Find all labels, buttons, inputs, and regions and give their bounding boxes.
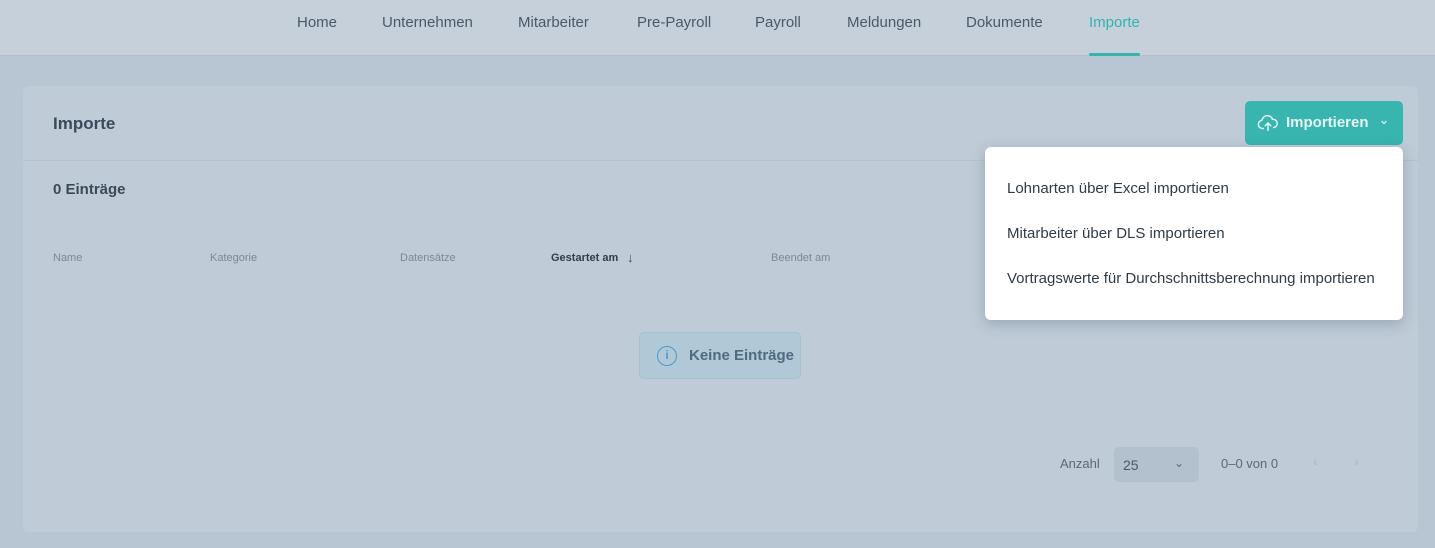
nav-item-meldungen[interactable]: Meldungen xyxy=(847,0,921,56)
rows-per-page-value: 25 xyxy=(1123,457,1139,473)
column-header-datensaetze[interactable]: Datensätze xyxy=(400,252,456,264)
pagination-range: 0–0 von 0 xyxy=(1221,456,1279,471)
chevron-down-icon: ⌄ xyxy=(1174,456,1185,470)
chevron-down-icon: ⌄ xyxy=(1379,113,1390,127)
import-button-label: Importieren xyxy=(1286,114,1369,131)
nav-item-home[interactable]: Home xyxy=(297,0,337,56)
column-header-name[interactable]: Name xyxy=(53,252,82,264)
nav-item-dokumente[interactable]: Dokumente xyxy=(966,0,1043,56)
menu-item-vortragswerte[interactable]: Vortragswerte für Durchschnittsberechnun… xyxy=(985,256,1403,301)
nav-item-importe[interactable]: Importe xyxy=(1089,0,1140,56)
cloud-upload-icon xyxy=(1257,114,1278,132)
info-icon: i xyxy=(657,346,677,366)
import-menu: Lohnarten über Excel importieren Mitarbe… xyxy=(985,147,1403,320)
entry-count: 0 Einträge xyxy=(53,181,126,198)
top-navigation: Home Unternehmen Mitarbeiter Pre-Payroll… xyxy=(0,0,1435,56)
rows-per-page-label: Anzahl xyxy=(1060,456,1100,471)
chevron-right-icon[interactable]: › xyxy=(1354,453,1359,469)
column-header-beendet-am[interactable]: Beendet am xyxy=(771,252,830,264)
nav-item-pre-payroll[interactable]: Pre-Payroll xyxy=(637,0,711,56)
import-button[interactable]: Importieren ⌄ xyxy=(1245,101,1403,145)
empty-state-message: Keine Einträge xyxy=(689,347,795,364)
column-header-gestartet-am[interactable]: Gestartet am xyxy=(551,252,618,264)
chevron-left-icon[interactable]: ‹ xyxy=(1313,453,1318,469)
page-title: Importe xyxy=(53,114,116,133)
empty-state: i Keine Einträge xyxy=(639,332,801,379)
rows-per-page-select[interactable]: 25 ⌄ xyxy=(1114,447,1199,482)
nav-item-mitarbeiter[interactable]: Mitarbeiter xyxy=(518,0,589,56)
nav-item-payroll[interactable]: Payroll xyxy=(755,0,801,56)
column-header-kategorie[interactable]: Kategorie xyxy=(210,252,257,264)
arrow-down-icon[interactable]: ↓ xyxy=(627,250,634,265)
menu-item-mitarbeiter-dls[interactable]: Mitarbeiter über DLS importieren xyxy=(985,211,1403,256)
nav-item-unternehmen[interactable]: Unternehmen xyxy=(382,0,473,56)
menu-item-lohnarten-excel[interactable]: Lohnarten über Excel importieren xyxy=(985,166,1403,211)
